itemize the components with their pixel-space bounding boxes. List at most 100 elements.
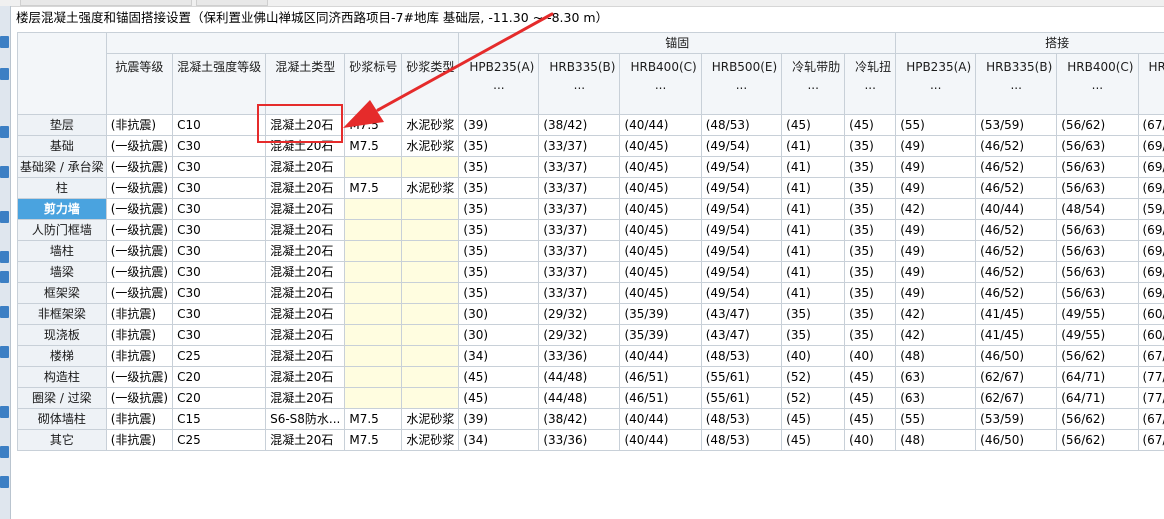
table-cell[interactable]: (一级抗震) — [105, 219, 174, 241]
table-cell[interactable]: (35) — [781, 324, 846, 346]
table-cell[interactable]: (67/74) — [1137, 408, 1164, 430]
column-header[interactable]: 砂浆标号 — [344, 53, 403, 115]
table-cell[interactable]: (38/42) — [538, 408, 621, 430]
column-header[interactable]: HRB335(B)... — [975, 53, 1058, 115]
table-cell[interactable]: (56/63) — [1056, 240, 1139, 262]
table-cell[interactable]: C30 — [172, 324, 267, 346]
table-cell[interactable]: (35) — [844, 135, 897, 157]
table-cell[interactable]: (56/62) — [1056, 429, 1139, 451]
table-cell[interactable]: 混凝土20石 — [265, 303, 346, 325]
row-header[interactable]: 垫层 — [17, 114, 107, 136]
table-cell[interactable]: (60/66) — [1137, 324, 1164, 346]
table-cell[interactable]: (49/54) — [700, 240, 783, 262]
table-cell[interactable]: (41) — [781, 261, 846, 283]
table-cell[interactable]: M7.5 — [344, 114, 403, 136]
table-cell[interactable]: (69/76) — [1137, 240, 1164, 262]
table-cell[interactable]: (56/63) — [1056, 135, 1139, 157]
table-cell[interactable] — [401, 282, 460, 304]
table-cell[interactable]: (44/48) — [538, 366, 621, 388]
table-cell[interactable]: (35) — [458, 282, 540, 304]
table-cell[interactable]: 混凝土20石 — [265, 324, 346, 346]
table-cell[interactable]: (非抗震) — [105, 408, 174, 430]
table-cell[interactable]: (40/44) — [975, 198, 1058, 220]
table-cell[interactable]: (30) — [458, 324, 540, 346]
table-cell[interactable]: C30 — [172, 282, 267, 304]
table-cell[interactable]: (39) — [458, 114, 540, 136]
table-row[interactable]: 非框架梁 (非抗震) C30 混凝土20石 (30) (29/32) (35/39) (43/… — [17, 303, 1164, 325]
table-cell[interactable]: (41) — [781, 219, 846, 241]
table-cell[interactable]: (49) — [895, 156, 977, 178]
table-cell[interactable]: (48/53) — [700, 114, 783, 136]
table-cell[interactable]: (35) — [458, 156, 540, 178]
table-cell[interactable]: (67/74) — [1137, 114, 1164, 136]
table-cell[interactable]: (77/85) — [1137, 387, 1164, 409]
table-cell[interactable]: 混凝土20石 — [265, 345, 346, 367]
table-cell[interactable] — [401, 261, 460, 283]
table-row[interactable]: 构造柱 (一级抗震) C20 混凝土20石 (45) (44/48) (46/51) (55/… — [17, 366, 1164, 388]
table-cell[interactable]: (62/67) — [975, 366, 1058, 388]
table-cell[interactable] — [344, 366, 403, 388]
table-cell[interactable]: (49) — [895, 261, 977, 283]
table-cell[interactable]: (49) — [895, 240, 977, 262]
tool-icon[interactable] — [0, 251, 9, 263]
table-row[interactable]: 剪力墙 (一级抗震) C30 混凝土20石 (35) (33/37) (40/45) (49/… — [17, 198, 1164, 220]
row-header[interactable]: 现浇板 — [17, 324, 107, 346]
table-cell[interactable]: 混凝土20石 — [265, 240, 346, 262]
table-cell[interactable]: (49) — [895, 282, 977, 304]
table-cell[interactable]: (64/71) — [1056, 387, 1139, 409]
table-cell[interactable]: (59/65) — [1137, 198, 1164, 220]
table-cell[interactable]: (41) — [781, 135, 846, 157]
top-tab[interactable] — [20, 0, 192, 6]
table-cell[interactable]: C25 — [172, 345, 267, 367]
row-header[interactable]: 柱 — [17, 177, 107, 199]
table-cell[interactable]: (46/52) — [975, 135, 1058, 157]
table-cell[interactable]: (49/54) — [700, 198, 783, 220]
table-cell[interactable]: (35) — [781, 303, 846, 325]
table-row[interactable]: 墙柱 (一级抗震) C30 混凝土20石 (35) (33/37) (40/45) (49/5… — [17, 240, 1164, 262]
table-row[interactable]: 现浇板 (非抗震) C30 混凝土20石 (30) (29/32) (35/39) (43/4… — [17, 324, 1164, 346]
table-cell[interactable]: (49/54) — [700, 261, 783, 283]
table-cell[interactable]: (42) — [895, 303, 977, 325]
table-cell[interactable]: (63) — [895, 387, 977, 409]
table-cell[interactable]: (69/76) — [1137, 177, 1164, 199]
column-header[interactable]: 抗震等级 — [105, 53, 174, 115]
table-cell[interactable]: (45) — [458, 387, 540, 409]
table-cell[interactable]: (40/45) — [619, 261, 702, 283]
table-cell[interactable]: (40/45) — [619, 282, 702, 304]
table-cell[interactable]: (53/59) — [975, 408, 1058, 430]
row-header[interactable]: 墙柱 — [17, 240, 107, 262]
table-cell[interactable]: (29/32) — [538, 324, 621, 346]
table-cell[interactable]: (一级抗震) — [105, 261, 174, 283]
table-cell[interactable]: (非抗震) — [105, 114, 174, 136]
table-cell[interactable]: (35) — [844, 261, 897, 283]
table-cell[interactable] — [344, 156, 403, 178]
table-cell[interactable]: (40) — [781, 345, 846, 367]
column-header[interactable]: HRB400(C)... — [1056, 53, 1139, 115]
table-cell[interactable]: (40) — [844, 345, 897, 367]
table-cell[interactable]: (40/45) — [619, 240, 702, 262]
table-cell[interactable] — [344, 345, 403, 367]
table-cell[interactable]: (45) — [844, 366, 897, 388]
table-cell[interactable]: 水泥砂浆 — [401, 135, 460, 157]
row-header[interactable]: 人防门框墙 — [17, 219, 107, 241]
table-cell[interactable] — [344, 198, 403, 220]
row-header[interactable]: 框架梁 — [17, 282, 107, 304]
table-cell[interactable] — [401, 198, 460, 220]
table-cell[interactable]: (一级抗震) — [105, 387, 174, 409]
table-cell[interactable]: (35) — [844, 198, 897, 220]
table-cell[interactable]: (33/37) — [538, 240, 621, 262]
table-cell[interactable]: (非抗震) — [105, 303, 174, 325]
table-cell[interactable]: (45) — [844, 114, 897, 136]
table-cell[interactable]: (49/54) — [700, 219, 783, 241]
row-header[interactable]: 剪力墙 — [17, 198, 107, 220]
table-cell[interactable]: (62/67) — [975, 387, 1058, 409]
table-cell[interactable]: (49/54) — [700, 156, 783, 178]
table-cell[interactable]: (33/37) — [538, 261, 621, 283]
table-cell[interactable]: (41) — [781, 282, 846, 304]
table-cell[interactable]: 混凝土20石 — [265, 156, 346, 178]
table-cell[interactable]: C20 — [172, 387, 267, 409]
table-cell[interactable]: (一级抗震) — [105, 156, 174, 178]
table-cell[interactable]: (35) — [844, 324, 897, 346]
table-cell[interactable]: (39) — [458, 408, 540, 430]
table-cell[interactable]: (一级抗震) — [105, 366, 174, 388]
